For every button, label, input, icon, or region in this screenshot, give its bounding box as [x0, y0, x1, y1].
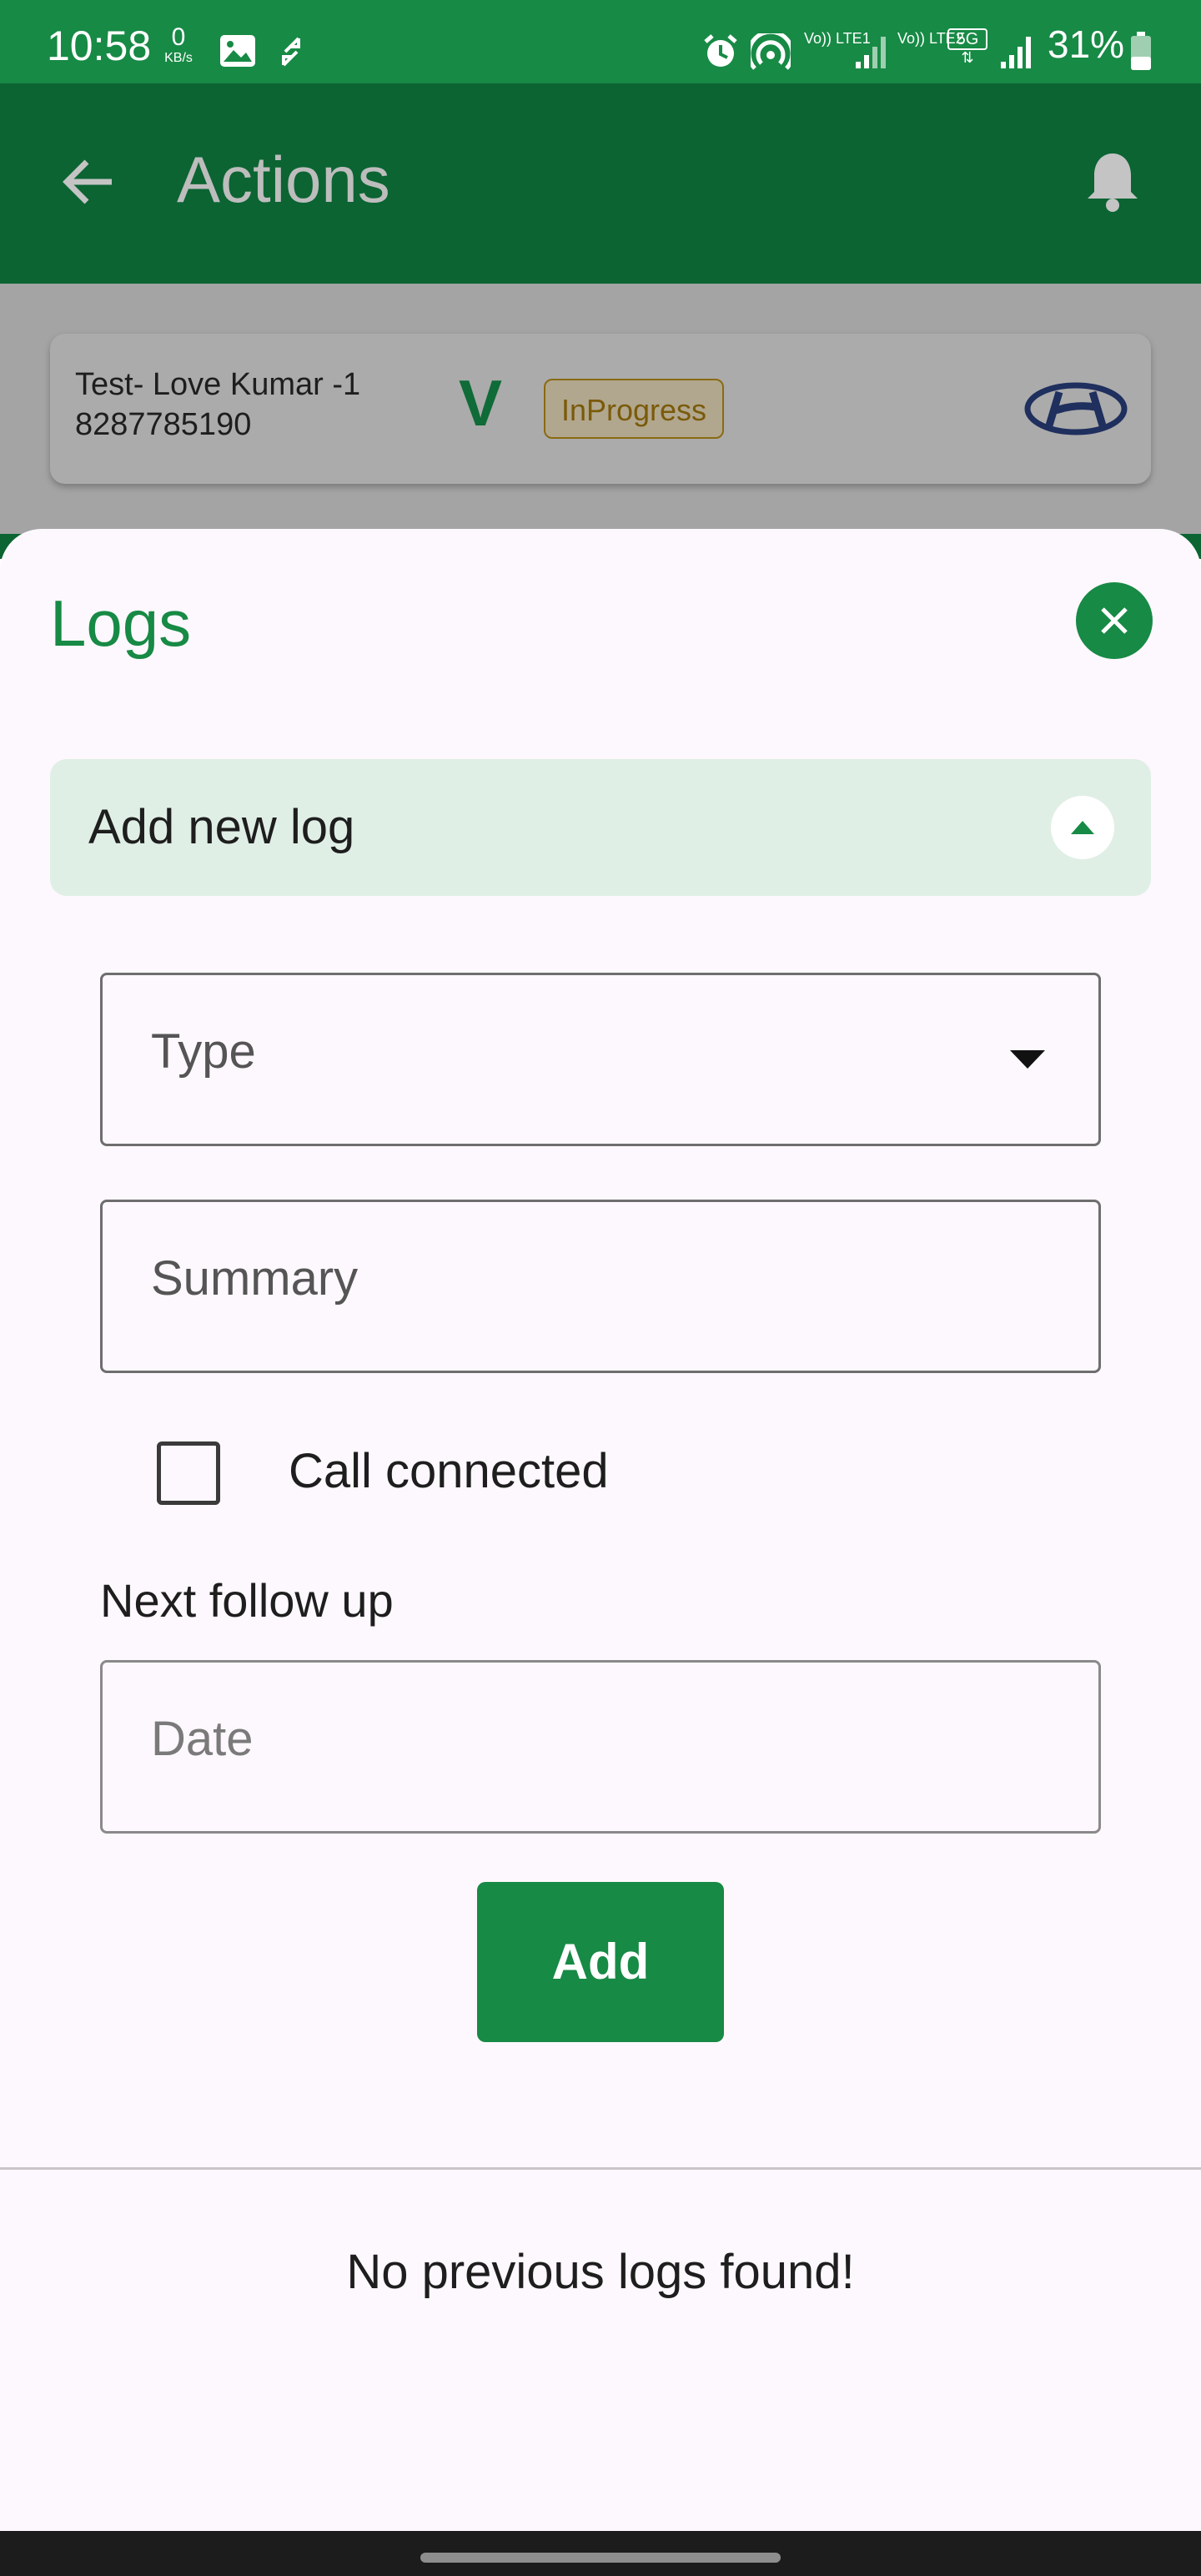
- next-follow-up-label: Next follow up: [100, 1574, 394, 1627]
- add-log-accordion[interactable]: Add new log: [50, 759, 1151, 896]
- type-select-label: Type: [151, 1024, 256, 1079]
- app-bar: Actions: [0, 83, 1201, 284]
- bell-icon: [1088, 153, 1138, 212]
- empty-logs-message: No previous logs found!: [346, 2245, 855, 2299]
- dropdown-arrow-icon: [1010, 1050, 1045, 1074]
- brand-logo-icon: [1024, 380, 1128, 437]
- home-gesture-handle[interactable]: [420, 2553, 781, 2563]
- status-bar: 10:58 0 KB/s Vo)) LTE1 Vo)) LTE2 5G ⇅ 31…: [0, 0, 1201, 83]
- hotspot-icon: [746, 29, 795, 78]
- type-select[interactable]: Type: [100, 973, 1101, 1146]
- page-title: Actions: [177, 143, 390, 216]
- gallery-icon: [219, 33, 257, 73]
- status-time: 10:58: [47, 23, 152, 69]
- sheet-title: Logs: [50, 586, 192, 660]
- status-badge: InProgress: [544, 379, 724, 439]
- back-button[interactable]: [53, 147, 123, 217]
- divider: [0, 2167, 1201, 2170]
- lead-card[interactable]: Test- Love Kumar -1 8287785190 V InProgr…: [50, 334, 1151, 484]
- data-arrows-icon: ⇅: [961, 49, 974, 66]
- alarm-icon: [702, 33, 739, 74]
- battery-icon: [1129, 32, 1153, 76]
- summary-placeholder: Summary: [151, 1251, 359, 1306]
- lead-badge-letter: V: [459, 366, 503, 440]
- battery-percent: 31%: [1048, 23, 1125, 66]
- network-type-icon: 5G ⇅: [947, 28, 987, 65]
- signal-1-icon: [854, 33, 887, 74]
- sync-arrows-icon: [279, 35, 304, 73]
- network-type-label: 5G: [947, 28, 987, 50]
- notifications-button[interactable]: [1079, 147, 1146, 217]
- data-rate-value: 0: [171, 23, 186, 51]
- data-rate-indicator: 0 KB/s: [160, 25, 197, 65]
- call-connected-label: Call connected: [289, 1444, 609, 1498]
- add-button[interactable]: Add: [477, 1882, 724, 2042]
- signal-2-icon: [999, 33, 1033, 74]
- data-rate-unit: KB/s: [164, 51, 193, 65]
- logs-bottom-sheet: Logs Add new log Type Summary Call conne…: [0, 529, 1201, 2531]
- chevron-up-icon: [1071, 821, 1094, 834]
- lead-name: Test- Love Kumar -1: [75, 367, 361, 402]
- accordion-title: Add new log: [88, 800, 355, 854]
- close-icon: [1101, 607, 1128, 634]
- date-input[interactable]: Date: [100, 1660, 1101, 1834]
- lead-phone: 8287785190: [75, 407, 252, 442]
- system-nav-bar: [0, 2531, 1201, 2576]
- summary-input[interactable]: Summary: [100, 1200, 1101, 1373]
- accordion-toggle-button[interactable]: [1051, 796, 1114, 859]
- close-button[interactable]: [1076, 582, 1153, 659]
- date-placeholder: Date: [151, 1712, 254, 1766]
- back-arrow-icon: [63, 159, 112, 204]
- call-connected-checkbox[interactable]: [157, 1441, 220, 1505]
